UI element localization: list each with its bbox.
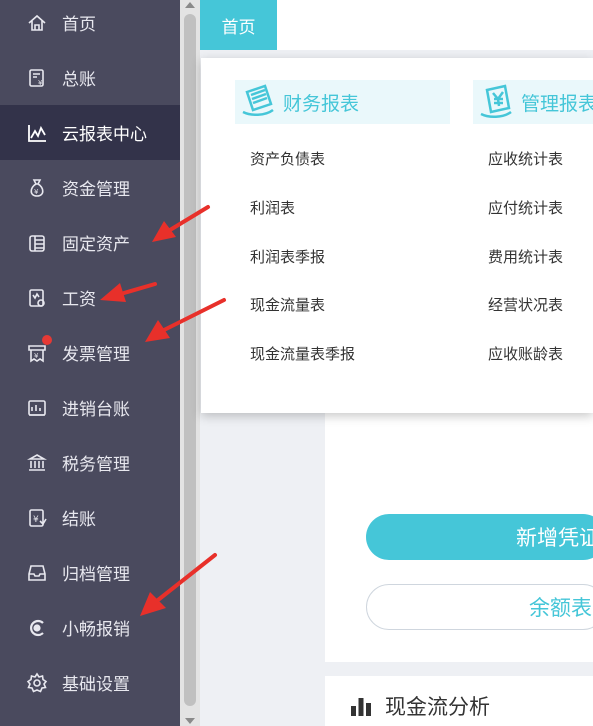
svg-text:¥: ¥ xyxy=(38,79,43,87)
tax-icon xyxy=(26,452,48,474)
balance-sheet-button[interactable]: 余额表 xyxy=(366,584,593,630)
archive-icon xyxy=(26,562,48,584)
scroll-down-arrow-icon[interactable] xyxy=(185,718,195,724)
report-link-cash-flow-quarterly[interactable]: 现金流量表季报 xyxy=(250,343,355,364)
sidebar-item-label: 云报表中心 xyxy=(62,125,147,145)
tab-home[interactable]: 首页 xyxy=(200,0,277,50)
scroll-thumb[interactable] xyxy=(184,14,196,706)
new-voucher-button[interactable]: 新增凭证 xyxy=(366,514,593,560)
sidebar-item-label: 基础设置 xyxy=(62,675,130,695)
management-reports-header: 管理报表 xyxy=(473,80,593,124)
report-link-receivables[interactable]: 应收统计表 xyxy=(488,148,563,169)
cash-flow-analysis-panel: 现金流分析 xyxy=(325,676,593,726)
report-link-receivables-aging[interactable]: 应收账龄表 xyxy=(488,343,563,364)
ledger-icon: ¥ xyxy=(26,67,48,89)
sidebar-item-payroll[interactable]: 工资 xyxy=(0,270,180,325)
sidebar-item-reimburse[interactable]: 小畅报销 xyxy=(0,600,180,655)
svg-text:¥: ¥ xyxy=(34,188,39,196)
scroll-up-arrow-icon[interactable] xyxy=(185,2,195,8)
chart-line-icon xyxy=(26,122,48,144)
sidebar-item-label: 结账 xyxy=(62,510,96,530)
sidebar-item-tax[interactable]: 税务管理 xyxy=(0,435,180,490)
sidebar-item-sales-ledger[interactable]: 进销台账 xyxy=(0,380,180,435)
inventory-icon xyxy=(26,397,48,419)
document-icon xyxy=(239,82,279,122)
gear-icon xyxy=(26,672,48,694)
sidebar-item-label: 小畅报销 xyxy=(62,620,130,640)
sidebar-item-funds[interactable]: ¥ 资金管理 xyxy=(0,160,180,215)
bar-chart-icon xyxy=(349,694,373,718)
sidebar-item-settings[interactable]: 基础设置 xyxy=(0,655,180,710)
column-title: 财务报表 xyxy=(283,92,360,115)
report-link-operations[interactable]: 经营状况表 xyxy=(488,294,563,315)
analysis-title: 现金流分析 xyxy=(385,695,490,719)
building-icon xyxy=(26,232,48,254)
report-link-expenses[interactable]: 费用统计表 xyxy=(488,246,563,267)
sidebar-item-home[interactable]: 首页 xyxy=(0,0,180,50)
sidebar-item-closing[interactable]: ¥ 结账 xyxy=(0,490,180,545)
financial-reports-header: 财务报表 xyxy=(235,80,450,124)
sidebar-item-label: 工资 xyxy=(62,290,96,310)
closing-icon: ¥ xyxy=(26,507,48,529)
payroll-icon xyxy=(26,287,48,309)
sidebar-item-fixed-assets[interactable]: 固定资产 xyxy=(0,215,180,270)
money-bag-icon: ¥ xyxy=(26,177,48,199)
home-icon xyxy=(26,12,48,34)
report-link-income-statement[interactable]: 利润表 xyxy=(250,197,295,218)
sidebar-item-cloud-reports[interactable]: 云报表中心 xyxy=(0,105,180,160)
reimburse-icon xyxy=(26,617,48,639)
sidebar-item-ledger[interactable]: ¥ 总账 xyxy=(0,50,180,105)
sidebar-item-archive[interactable]: 归档管理 xyxy=(0,545,180,600)
report-link-income-quarterly[interactable]: 利润表季报 xyxy=(250,246,325,267)
sidebar-item-invoices[interactable]: ¥ 发票管理 xyxy=(0,325,180,380)
sidebar-item-label: 资金管理 xyxy=(62,180,130,200)
yen-report-icon xyxy=(477,82,517,122)
report-link-balance-sheet[interactable]: 资产负债表 xyxy=(250,148,325,169)
sidebar-item-label: 税务管理 xyxy=(62,455,130,475)
sidebar-item-label: 发票管理 xyxy=(62,345,130,365)
reports-dropdown: 财务报表 管理报表 资产负债表 利润表 利润表季报 现金流量表 现金流量表季报 … xyxy=(201,58,593,413)
report-link-cash-flow[interactable]: 现金流量表 xyxy=(250,294,325,315)
svg-text:¥: ¥ xyxy=(33,515,39,525)
sidebar-item-label: 进销台账 xyxy=(62,400,130,420)
column-title: 管理报表 xyxy=(521,92,593,115)
sidebar-item-label: 总账 xyxy=(62,70,96,90)
sidebar-item-label: 归档管理 xyxy=(62,565,130,585)
sidebar: 首页 ¥ 总账 云报表中心 ¥ 资金管理 固定资产 工资 ¥ 发票管理 进销台账… xyxy=(0,0,180,726)
report-link-payables[interactable]: 应付统计表 xyxy=(488,197,563,218)
sidebar-scrollbar[interactable] xyxy=(180,0,200,726)
svg-text:¥: ¥ xyxy=(34,352,39,360)
sidebar-item-label: 固定资产 xyxy=(62,235,130,255)
sidebar-item-label: 首页 xyxy=(62,15,96,35)
notification-badge xyxy=(42,335,52,345)
